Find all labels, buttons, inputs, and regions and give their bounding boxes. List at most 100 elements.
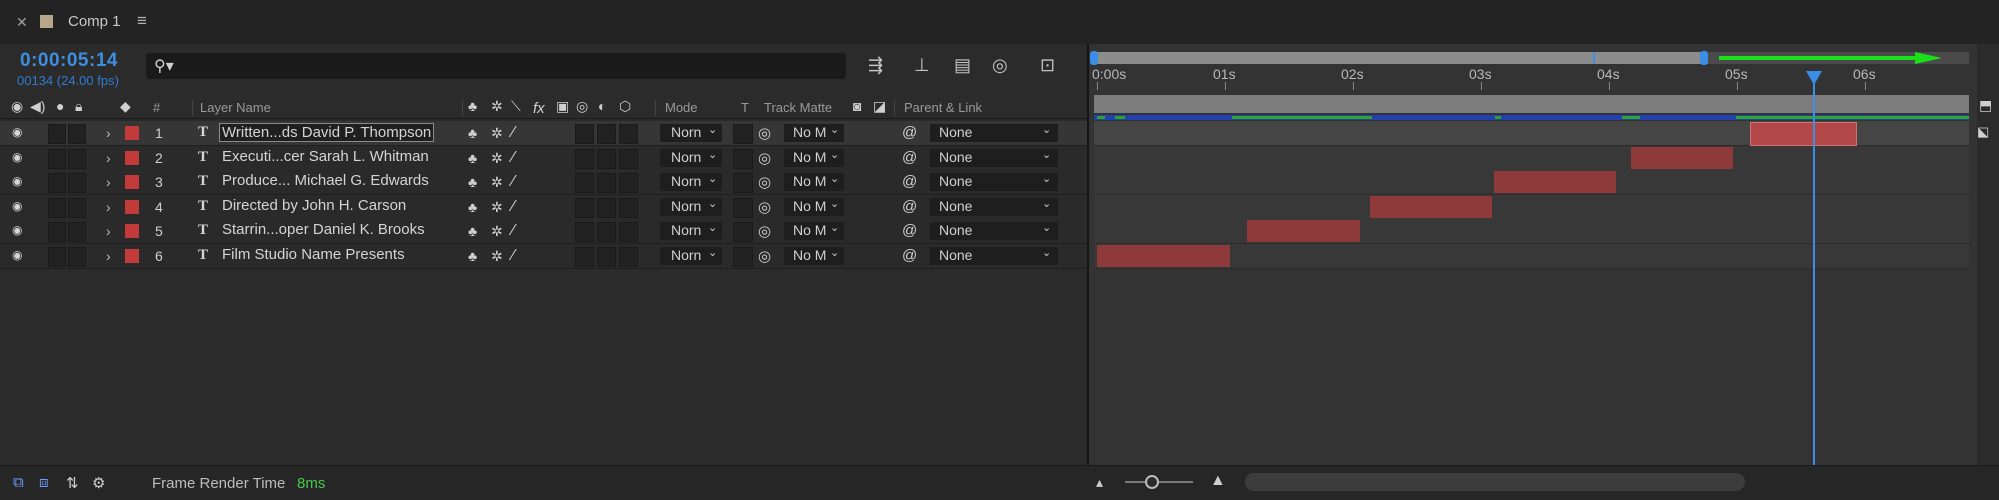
timeline-row[interactable]: [1094, 145, 1969, 171]
layer-row[interactable]: [0, 243, 1088, 269]
expand-chevron-icon[interactable]: ›: [106, 174, 111, 190]
track-matte-pickwhip-icon[interactable]: ◎: [758, 124, 771, 142]
layer-name[interactable]: Executi...cer Sarah L. Whitman: [222, 148, 429, 165]
layer-name[interactable]: Starrin...oper Daniel K. Brooks: [222, 221, 425, 238]
track-matte-select[interactable]: No M ⌄: [784, 246, 844, 265]
label-color-swatch[interactable]: [125, 199, 139, 214]
track-matte-select[interactable]: No M ⌄: [784, 148, 844, 167]
track-matte-select[interactable]: No M ⌄: [784, 197, 844, 216]
parent-pickwhip-icon[interactable]: @: [902, 198, 917, 215]
parent-select[interactable]: None ⌄: [930, 222, 1058, 240]
label-color-swatch[interactable]: [125, 126, 139, 140]
playhead-line[interactable]: [1813, 80, 1815, 470]
parent-select[interactable]: None ⌄: [930, 173, 1058, 191]
zoom-out-icon[interactable]: ▴: [1096, 474, 1103, 491]
preserve-transparency-toggle[interactable]: [733, 222, 753, 242]
lock-toggle[interactable]: [68, 148, 86, 169]
comp-button-icon[interactable]: ⬕: [1977, 124, 1989, 140]
adjustment-toggle[interactable]: [619, 124, 638, 144]
blend-mode-select[interactable]: Norn ⌄: [660, 173, 722, 191]
quality-switch-icon[interactable]: ⁄: [512, 149, 515, 167]
adjustment-toggle[interactable]: [619, 148, 638, 169]
adjustment-toggle[interactable]: [619, 222, 638, 242]
graph-editor-icon[interactable]: ⊡: [1040, 55, 1055, 76]
layer-duration-bar[interactable]: [1631, 146, 1733, 169]
layer-duration-bar[interactable]: [1750, 122, 1857, 146]
lock-toggle[interactable]: [68, 124, 86, 144]
track-matte-select[interactable]: No M ⌄: [784, 222, 844, 240]
time-navigator-range[interactable]: [1094, 52, 1704, 64]
motion-blur-toggle[interactable]: [597, 197, 616, 218]
quality-switch-icon[interactable]: ⁄: [512, 173, 515, 191]
current-time-display[interactable]: 0:00:05:14: [20, 50, 118, 72]
track-matte-pickwhip-icon[interactable]: ◎: [758, 198, 771, 216]
shy-switch-icon[interactable]: ♣: [468, 223, 477, 239]
zoom-in-icon[interactable]: ▲: [1210, 472, 1226, 490]
lock-toggle[interactable]: [68, 197, 86, 218]
tab-title[interactable]: Comp 1: [68, 13, 121, 30]
solo-toggle[interactable]: [48, 124, 66, 144]
parent-select[interactable]: None ⌄: [930, 148, 1058, 167]
draft-3d-icon[interactable]: ⊥: [914, 55, 930, 76]
adjustment-toggle[interactable]: [619, 197, 638, 218]
layer-name[interactable]: Directed by John H. Carson: [222, 197, 406, 214]
motion-blur-icon[interactable]: ◎: [992, 55, 1008, 76]
layer-row[interactable]: [0, 145, 1088, 171]
shy-switch-icon[interactable]: ♣: [468, 125, 477, 141]
layer-row[interactable]: [0, 170, 1088, 195]
frame-blend-toggle[interactable]: [575, 173, 594, 193]
layer-name[interactable]: Film Studio Name Presents: [222, 246, 405, 263]
expand-layer-switches-icon[interactable]: ⧉: [13, 474, 24, 491]
parent-pickwhip-icon[interactable]: @: [902, 149, 917, 166]
parent-pickwhip-icon[interactable]: @: [902, 173, 917, 190]
motion-blur-toggle[interactable]: [597, 173, 616, 193]
work-area-bar[interactable]: [1094, 95, 1969, 113]
parent-select[interactable]: None ⌄: [930, 246, 1058, 265]
track-matte-pickwhip-icon[interactable]: ◎: [758, 149, 771, 167]
close-icon[interactable]: ✕: [16, 14, 28, 31]
frame-blend-toggle[interactable]: [575, 246, 594, 267]
track-matte-pickwhip-icon[interactable]: ◎: [758, 247, 771, 265]
track-matte-pickwhip-icon[interactable]: ◎: [758, 222, 771, 240]
shy-switch-icon[interactable]: ♣: [468, 150, 477, 166]
shy-switch-icon[interactable]: ♣: [468, 248, 477, 264]
time-navigator-start-handle[interactable]: [1090, 51, 1098, 65]
motion-blur-toggle[interactable]: [597, 148, 616, 169]
blend-mode-select[interactable]: Norn ⌄: [660, 222, 722, 240]
preserve-transparency-toggle[interactable]: [733, 173, 753, 193]
adjustment-toggle[interactable]: [619, 173, 638, 193]
solo-toggle[interactable]: [48, 148, 66, 169]
blend-mode-select[interactable]: Norn ⌄: [660, 124, 722, 142]
visibility-eye-icon[interactable]: ◉: [12, 174, 22, 188]
zoom-slider-knob[interactable]: [1145, 475, 1159, 489]
layer-name[interactable]: Written...ds David P. Thompson: [219, 123, 435, 142]
parent-pickwhip-icon[interactable]: @: [902, 222, 917, 239]
parent-select[interactable]: None ⌄: [930, 197, 1058, 216]
preserve-transparency-toggle[interactable]: [733, 197, 753, 218]
layer-name[interactable]: Produce... Michael G. Edwards: [222, 172, 429, 189]
layer-row[interactable]: [0, 219, 1088, 244]
blend-mode-select[interactable]: Norn ⌄: [660, 246, 722, 265]
visibility-eye-icon[interactable]: ◉: [12, 150, 22, 164]
quality-switch-icon[interactable]: ⁄: [512, 198, 515, 216]
solo-toggle[interactable]: [48, 246, 66, 267]
frame-blend-toggle[interactable]: [575, 197, 594, 218]
parent-select[interactable]: None ⌄: [930, 124, 1058, 142]
collapse-switch-icon[interactable]: ✲: [491, 150, 503, 167]
preserve-transparency-toggle[interactable]: [733, 124, 753, 144]
visibility-eye-icon[interactable]: ◉: [12, 248, 22, 262]
composition-flowchart-icon[interactable]: ⇶: [868, 55, 883, 76]
motion-blur-toggle[interactable]: [597, 222, 616, 242]
collapse-switch-icon[interactable]: ✲: [491, 199, 503, 216]
time-navigator-end-handle[interactable]: [1700, 51, 1708, 65]
timeline-row[interactable]: [1094, 194, 1969, 220]
lock-toggle[interactable]: [68, 246, 86, 267]
shy-switch-icon[interactable]: ♣: [468, 174, 477, 190]
layer-row[interactable]: [0, 194, 1088, 220]
frame-blend-toggle[interactable]: [575, 222, 594, 242]
collapse-switch-icon[interactable]: ✲: [491, 174, 503, 191]
shy-switch-icon[interactable]: ♣: [468, 199, 477, 215]
quality-switch-icon[interactable]: ⁄: [512, 247, 515, 265]
label-color-swatch[interactable]: [125, 224, 139, 238]
quality-switch-icon[interactable]: ⁄: [512, 222, 515, 240]
